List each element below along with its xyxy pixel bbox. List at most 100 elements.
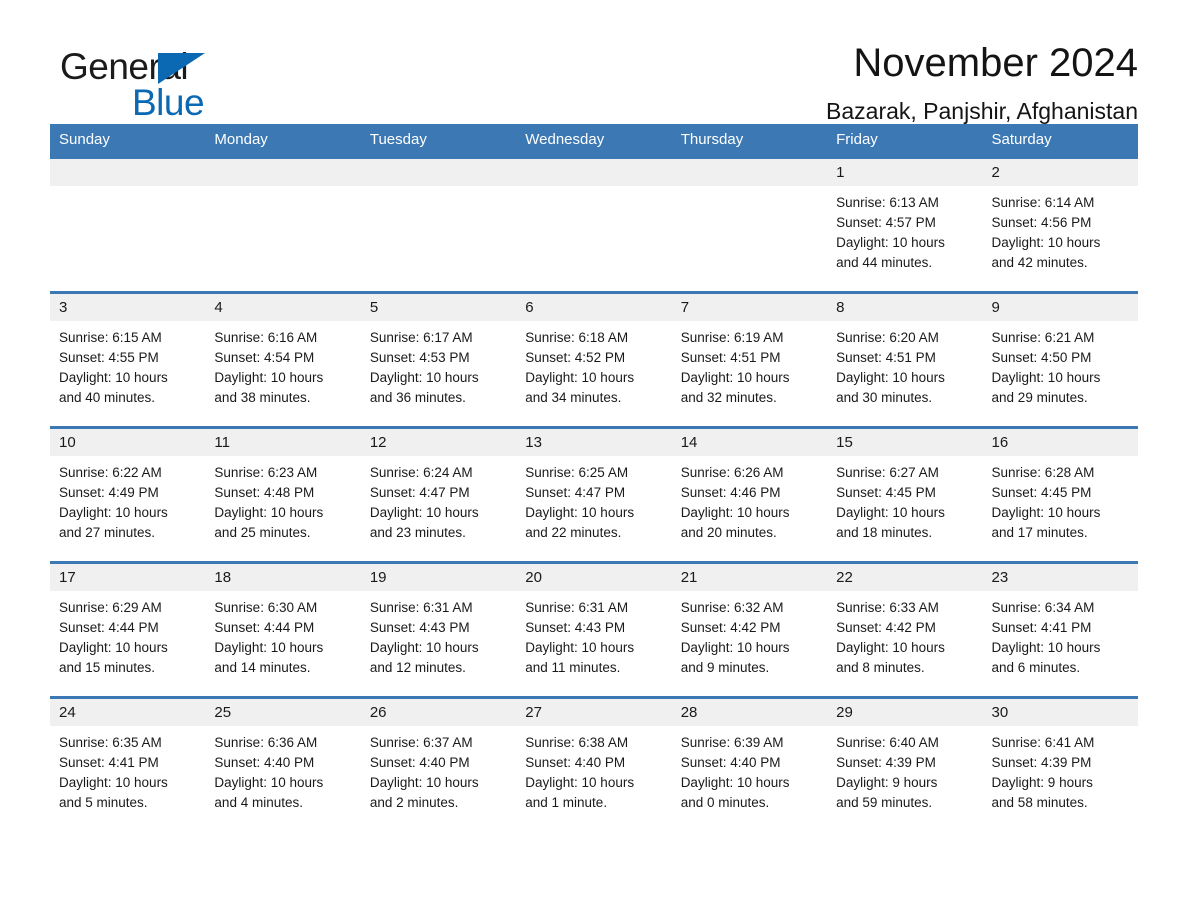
calendar-day-cell[interactable]: 21 Sunrise: 6:32 AM Sunset: 4:42 PM Dayligh… [671,561,828,698]
daylight-line2-text: and 9 minutes. [680,660,770,675]
calendar-table: Sunday Monday Tuesday Wednesday Thursday… [50,124,1138,831]
daylight-line1-text: Daylight: 10 hours [680,640,790,655]
calendar-day-cell[interactable]: 25 Sunrise: 6:36 AM Sunset: 4:40 PM Dayligh… [205,696,361,831]
daylight-line1-text: Daylight: 10 hours [525,370,635,385]
sunset-text: Sunset: 4:44 PM [214,620,315,635]
day-details: Sunrise: 6:15 AM Sunset: 4:55 PM Daylight:… [50,321,205,408]
calendar-day-cell[interactable]: 20 Sunrise: 6:31 AM Sunset: 4:43 PM Dayligh… [516,561,672,698]
calendar-day-cell[interactable]: 16 Sunrise: 6:28 AM Sunset: 4:45 PM Dayligh… [982,426,1138,563]
general-blue-logo[interactable]: General Blue [60,46,320,126]
day-number: 23 [982,564,1138,591]
day-details: Sunrise: 6:39 AM Sunset: 4:40 PM Daylight:… [672,726,827,813]
day-details: Sunrise: 6:13 AM Sunset: 4:57 PM Daylight:… [827,186,982,273]
calendar-day-cell[interactable]: 23 Sunrise: 6:34 AM Sunset: 4:41 PM Dayligh… [982,561,1138,698]
day-number [671,159,828,186]
calendar-day-cell[interactable]: 12 Sunrise: 6:24 AM Sunset: 4:47 PM Dayligh… [360,426,517,563]
weekday-header-saturday: Saturday [982,124,1138,158]
page-title: November 2024 [853,41,1138,85]
sunset-text: Sunset: 4:50 PM [991,350,1092,365]
calendar-day-cell[interactable]: 5 Sunrise: 6:17 AM Sunset: 4:53 PM Daylight… [360,291,517,428]
sunrise-text: Sunrise: 6:17 AM [369,330,473,345]
day-details: Sunrise: 6:23 AM Sunset: 4:48 PM Daylight:… [205,456,360,543]
daylight-line1-text: Daylight: 10 hours [369,370,479,385]
calendar-day-cell[interactable]: 11 Sunrise: 6:23 AM Sunset: 4:48 PM Dayligh… [205,426,361,563]
sunset-text: Sunset: 4:56 PM [991,215,1092,230]
calendar-week-row: 1 Sunrise: 6:13 AM Sunset: 4:57 PM Daylight… [50,156,1138,293]
daylight-line2-text: and 40 minutes. [59,390,156,405]
calendar-day-cell[interactable]: 29 Sunrise: 6:40 AM Sunset: 4:39 PM Dayligh… [827,696,983,831]
calendar-day-cell[interactable]: 15 Sunrise: 6:27 AM Sunset: 4:45 PM Dayligh… [827,426,983,563]
day-details: Sunrise: 6:26 AM Sunset: 4:46 PM Daylight:… [672,456,827,543]
daylight-line1-text: Daylight: 10 hours [59,370,168,385]
calendar-day-cell[interactable]: 6 Sunrise: 6:18 AM Sunset: 4:52 PM Daylight… [516,291,672,428]
daylight-line2-text: and 25 minutes. [214,525,311,540]
calendar-day-cell[interactable]: 10 Sunrise: 6:22 AM Sunset: 4:49 PM Dayligh… [50,426,206,563]
calendar-day-cell[interactable]: 4 Sunrise: 6:16 AM Sunset: 4:54 PM Daylight… [205,291,361,428]
day-number: 15 [827,429,983,456]
sunrise-text: Sunrise: 6:35 AM [59,735,162,750]
weekday-header-friday: Friday [827,124,983,158]
page-subtitle: Bazarak, Panjshir, Afghanistan [826,98,1138,124]
triangle-icon [158,53,205,84]
sunrise-text: Sunrise: 6:32 AM [680,600,784,615]
calendar-day-cell[interactable]: 17 Sunrise: 6:29 AM Sunset: 4:44 PM Dayligh… [50,561,206,698]
calendar-page: General Blue November 2024 Bazarak, Panj… [0,0,1188,918]
daylight-line2-text: and 15 minutes. [59,660,156,675]
calendar-day-cell-empty [360,156,517,293]
day-number: 21 [671,564,828,591]
sunrise-text: Sunrise: 6:13 AM [836,195,939,210]
weekday-header-thursday: Thursday [671,124,828,158]
calendar-day-cell[interactable]: 30 Sunrise: 6:41 AM Sunset: 4:39 PM Dayligh… [982,696,1138,831]
calendar-day-cell[interactable]: 28 Sunrise: 6:39 AM Sunset: 4:40 PM Dayligh… [671,696,828,831]
daylight-line1-text: Daylight: 10 hours [991,235,1101,250]
daylight-line1-text: Daylight: 10 hours [836,370,945,385]
calendar-day-cell[interactable]: 2 Sunrise: 6:14 AM Sunset: 4:56 PM Daylight… [982,156,1138,293]
day-number: 29 [827,699,983,726]
sunrise-text: Sunrise: 6:30 AM [214,600,318,615]
daylight-line1-text: Daylight: 10 hours [836,505,945,520]
calendar-day-cell[interactable]: 24 Sunrise: 6:35 AM Sunset: 4:41 PM Dayligh… [50,696,206,831]
day-details: Sunrise: 6:16 AM Sunset: 4:54 PM Daylight:… [205,321,360,408]
daylight-line2-text: and 23 minutes. [369,525,466,540]
sunset-text: Sunset: 4:43 PM [369,620,470,635]
sunrise-text: Sunrise: 6:31 AM [525,600,629,615]
day-number: 5 [360,294,517,321]
daylight-line1-text: Daylight: 10 hours [214,775,324,790]
sunset-text: Sunset: 4:42 PM [836,620,936,635]
calendar-week-row: 17 Sunrise: 6:29 AM Sunset: 4:44 PM Dayligh… [50,561,1138,698]
daylight-line2-text: and 11 minutes. [525,660,621,675]
day-number: 8 [827,294,983,321]
calendar-week-row: 3 Sunrise: 6:15 AM Sunset: 4:55 PM Daylight… [50,291,1138,428]
sunrise-text: Sunrise: 6:15 AM [59,330,162,345]
sunset-text: Sunset: 4:41 PM [991,620,1092,635]
day-number [516,159,672,186]
sunset-text: Sunset: 4:55 PM [59,350,159,365]
calendar-day-cell[interactable]: 18 Sunrise: 6:30 AM Sunset: 4:44 PM Dayligh… [205,561,361,698]
calendar-day-cell[interactable]: 27 Sunrise: 6:38 AM Sunset: 4:40 PM Dayligh… [516,696,672,831]
sunset-text: Sunset: 4:39 PM [991,755,1092,770]
sunset-text: Sunset: 4:41 PM [59,755,159,770]
calendar-day-cell[interactable]: 9 Sunrise: 6:21 AM Sunset: 4:50 PM Daylight… [982,291,1138,428]
sunrise-text: Sunrise: 6:36 AM [214,735,318,750]
sunrise-text: Sunrise: 6:24 AM [369,465,473,480]
day-number: 25 [205,699,361,726]
calendar-day-cell[interactable]: 3 Sunrise: 6:15 AM Sunset: 4:55 PM Daylight… [50,291,206,428]
calendar-day-cell[interactable]: 19 Sunrise: 6:31 AM Sunset: 4:43 PM Dayligh… [360,561,517,698]
day-details: Sunrise: 6:40 AM Sunset: 4:39 PM Daylight:… [827,726,982,813]
calendar-day-cell[interactable]: 8 Sunrise: 6:20 AM Sunset: 4:51 PM Daylight… [827,291,983,428]
sunset-text: Sunset: 4:47 PM [369,485,470,500]
daylight-line2-text: and 12 minutes. [369,660,466,675]
calendar-day-cell[interactable]: 26 Sunrise: 6:37 AM Sunset: 4:40 PM Dayligh… [360,696,517,831]
calendar-day-cell[interactable]: 7 Sunrise: 6:19 AM Sunset: 4:51 PM Daylight… [671,291,828,428]
day-number: 24 [50,699,206,726]
sunrise-text: Sunrise: 6:21 AM [991,330,1095,345]
calendar-day-cell[interactable]: 14 Sunrise: 6:26 AM Sunset: 4:46 PM Dayligh… [671,426,828,563]
calendar-day-cell[interactable]: 22 Sunrise: 6:33 AM Sunset: 4:42 PM Dayligh… [827,561,983,698]
day-number: 7 [671,294,828,321]
sunset-text: Sunset: 4:44 PM [59,620,159,635]
calendar-day-cell[interactable]: 13 Sunrise: 6:25 AM Sunset: 4:47 PM Dayligh… [516,426,672,563]
daylight-line1-text: Daylight: 10 hours [214,640,324,655]
calendar-day-cell[interactable]: 1 Sunrise: 6:13 AM Sunset: 4:57 PM Daylight… [827,156,983,293]
daylight-line1-text: Daylight: 10 hours [214,505,324,520]
daylight-line2-text: and 14 minutes. [214,660,311,675]
